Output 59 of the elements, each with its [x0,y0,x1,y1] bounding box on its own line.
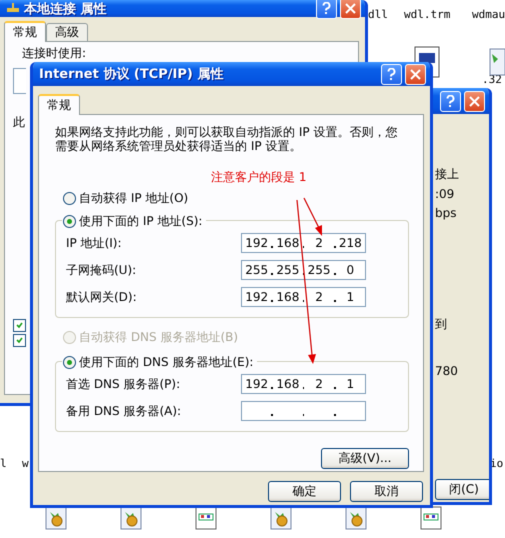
help-button[interactable] [316,0,337,19]
ip-address-field[interactable] [241,401,366,421]
radio-option[interactable]: 自动获得 IP 地址(O) [63,190,423,207]
field-label: 默认网关(D): [66,288,138,306]
advanced-button[interactable]: 高级(V)... [321,448,409,469]
status-text: :09 [435,187,454,201]
field-label: IP 地址(I): [66,234,123,252]
gear-file-icon[interactable] [345,506,367,530]
cancel-button[interactable]: 取消 [350,481,423,502]
ip-address-field[interactable]: 192 168 2 1 [241,287,366,307]
checkbox[interactable] [13,319,26,332]
gear-file-icon[interactable] [45,506,67,530]
adapter-field[interactable] [13,68,26,94]
file-name: l [0,457,7,470]
gear-file-icon[interactable] [120,506,142,530]
tab[interactable]: 高级 [46,23,88,41]
status-text: 到 [435,316,447,333]
status-text: 780 [435,364,458,378]
check-icon [16,337,23,344]
ip-address-field[interactable]: 192 168 2 218 [241,233,366,253]
ip-address-field[interactable]: 192 168 2 1 [241,374,366,394]
document-icon[interactable] [420,506,442,530]
tab[interactable]: 常规 [38,94,80,115]
help-icon [446,94,455,108]
status-text: bps [435,206,456,220]
help-button[interactable] [440,90,461,112]
annotation-text: 注意客户的段是 1 [211,169,306,186]
close-icon [410,68,421,80]
help-icon [322,2,331,15]
help-icon [387,68,396,80]
ip-address-field[interactable]: 255 255 255 0 [241,260,366,280]
status-text: 接上 [435,166,459,183]
tab[interactable]: 常规 [4,21,46,42]
program-icon[interactable] [489,48,505,76]
field-label: 首选 DNS 服务器(P): [66,376,182,392]
field-label: 子网掩码(U): [66,262,138,278]
gear-file-icon[interactable] [270,506,292,530]
description-text: 如果网络支持此功能，则可以获取自动指派的 IP 设置。否则，您需要从网络系统管理员处获得适当的 IP 设置。 [55,125,398,153]
file-name: io [490,457,504,470]
file-name: wdmau [472,8,505,21]
close-button[interactable]: 闭(C) [435,479,489,500]
close-button[interactable] [340,0,361,19]
document-icon[interactable] [195,506,217,530]
dialog-title: Internet 协议 (TCP/IP) 属性 [39,66,224,83]
field-label: 备用 DNS 服务器(A): [66,402,182,420]
section-label: 此 [13,114,25,131]
close-icon [345,3,356,14]
file-name: wdl.trm [404,8,450,21]
file-name: dll [368,8,388,21]
check-icon [16,322,23,329]
close-button[interactable] [464,90,485,112]
ok-button[interactable]: 确定 [268,481,341,502]
file-name: w [22,457,29,470]
field-label: 连接时使用: [22,45,86,62]
close-button[interactable] [405,64,426,84]
close-icon [469,96,480,106]
window-title: 本地连接 属性 [24,0,108,18]
checkbox[interactable] [13,334,26,347]
help-button[interactable] [381,64,402,84]
